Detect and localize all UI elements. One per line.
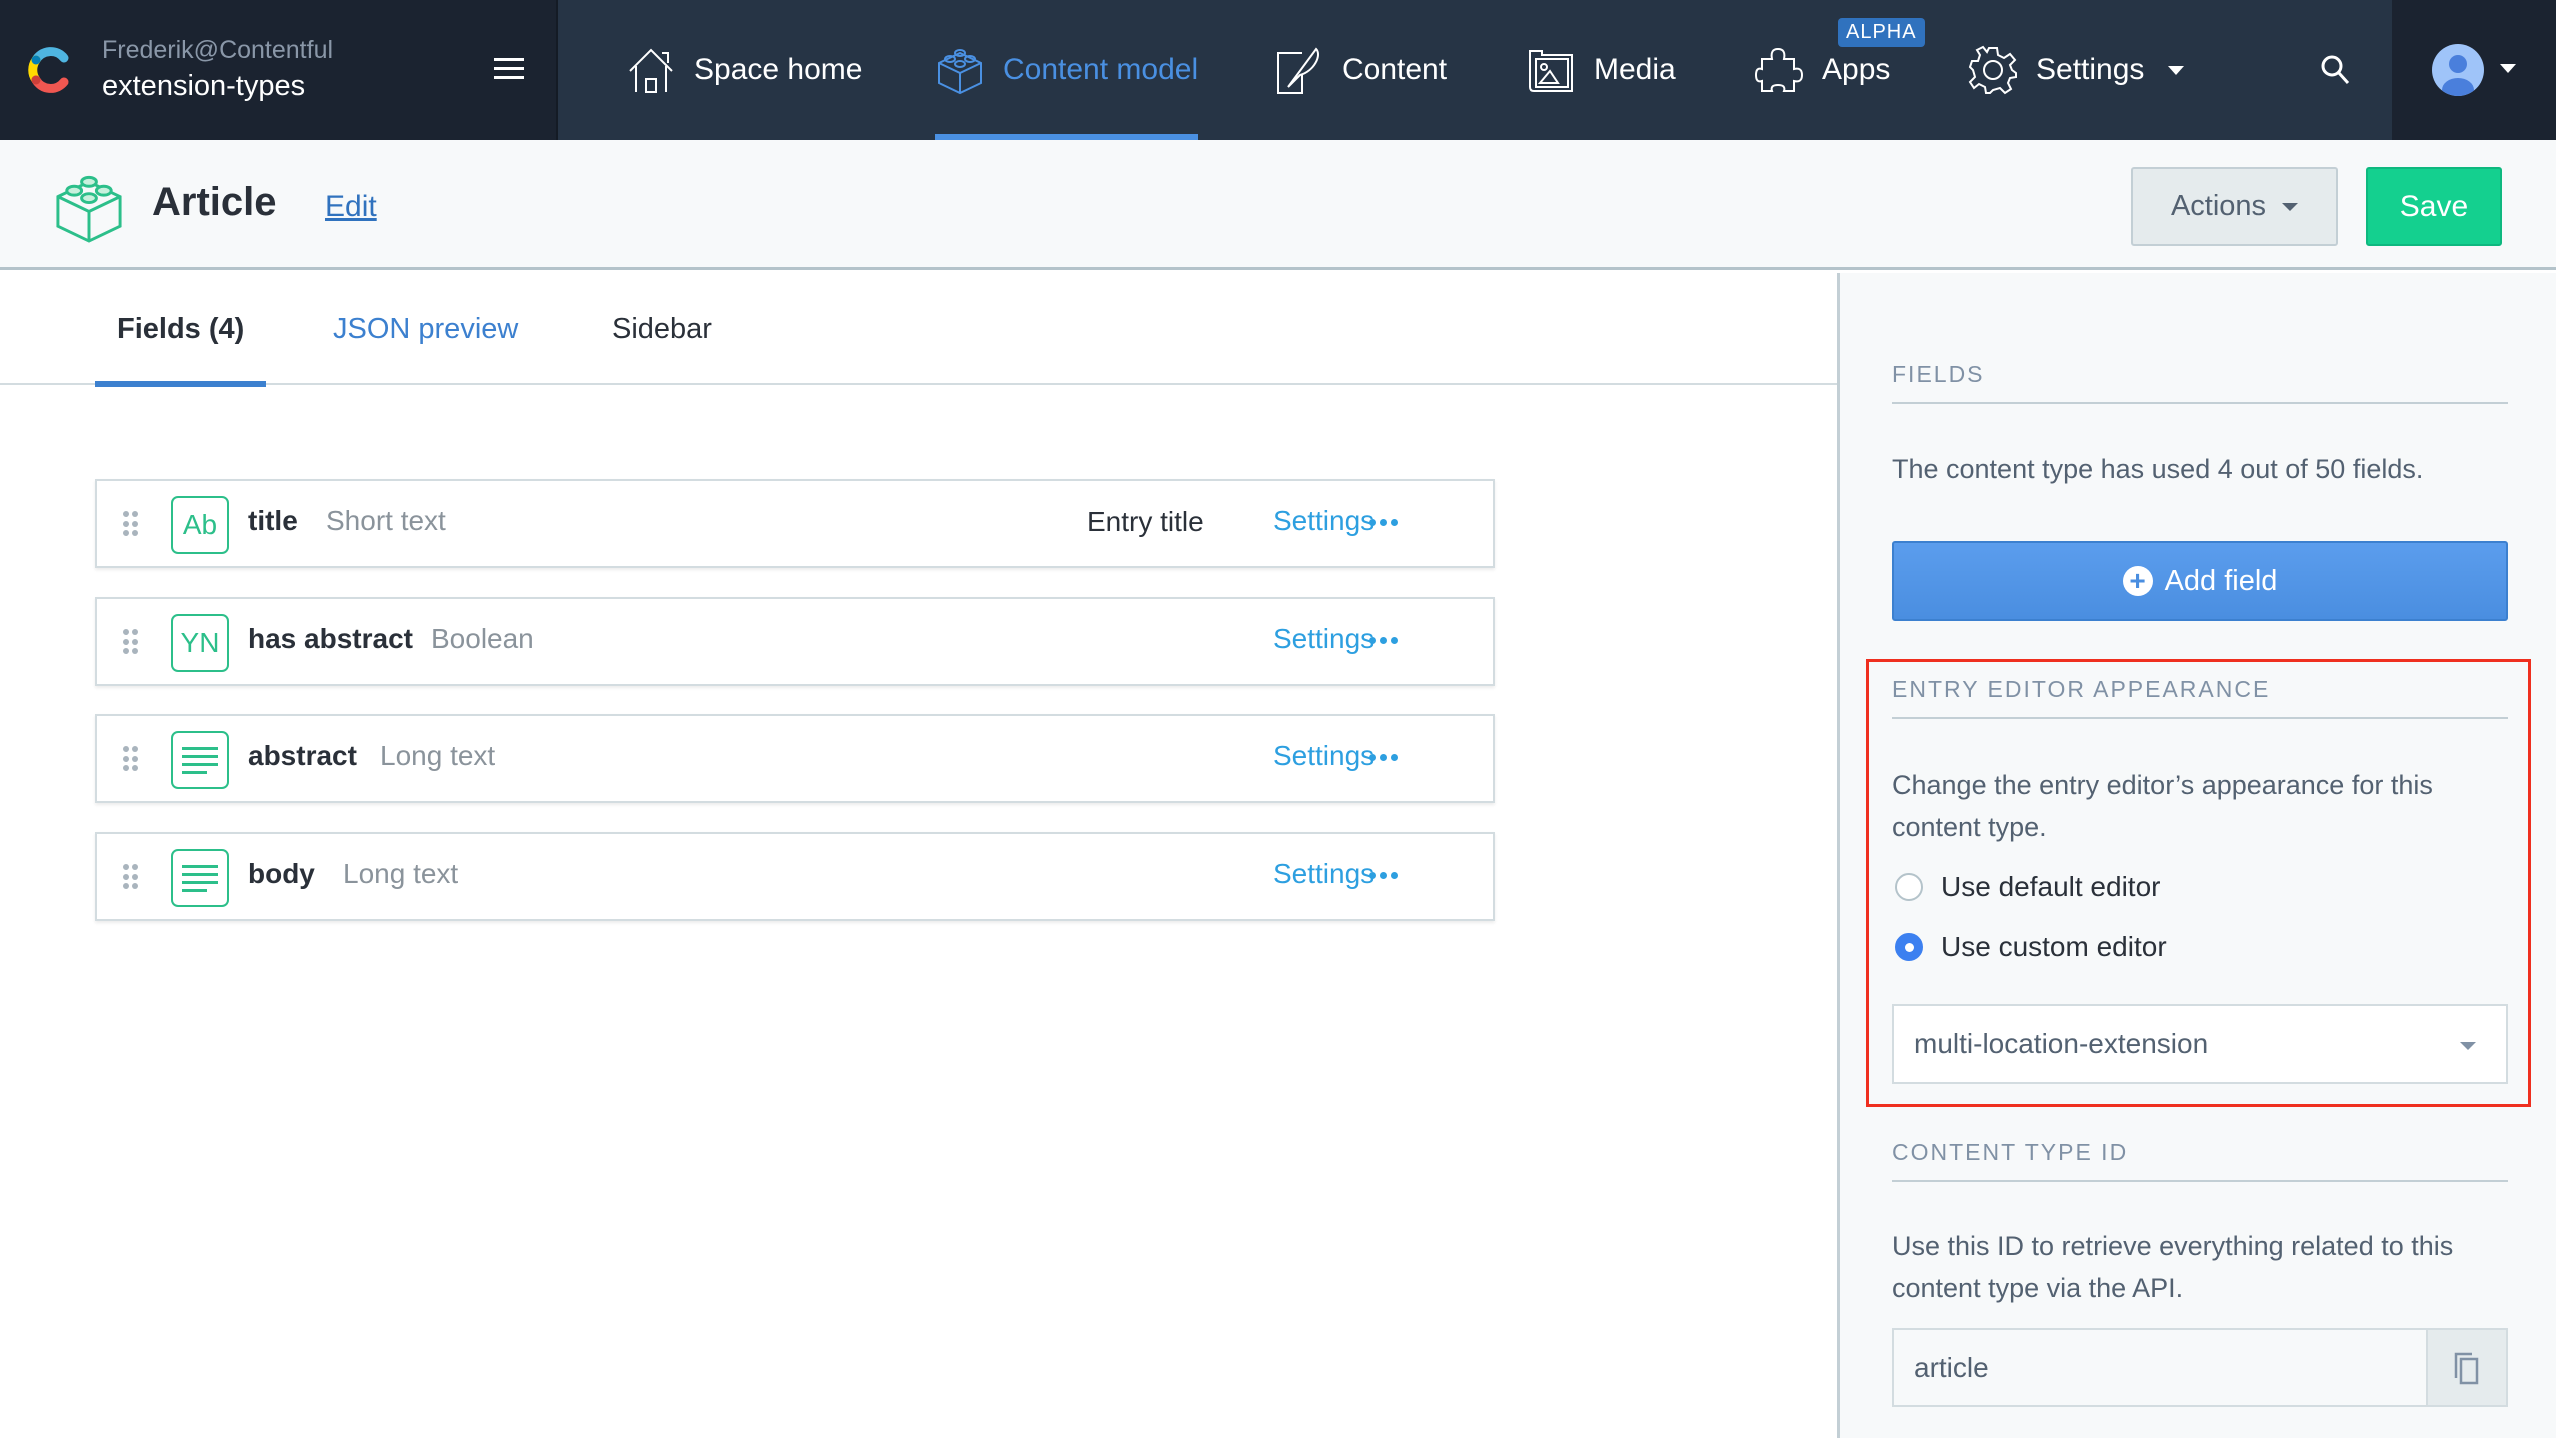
more-options-icon[interactable]	[1369, 519, 1403, 529]
content-type-id-field	[1892, 1328, 2508, 1407]
radio-checked-icon[interactable]	[1895, 933, 1923, 961]
media-icon	[1529, 50, 1573, 92]
field-name: title	[248, 505, 298, 536]
nav-content[interactable]: Content	[1274, 0, 1447, 140]
content-type-id-input[interactable]	[1894, 1330, 2426, 1405]
more-options-icon[interactable]	[1369, 872, 1403, 882]
field-settings-link[interactable]: Settings	[1273, 505, 1374, 537]
drag-handle-icon[interactable]	[123, 511, 138, 537]
tab-sidebar[interactable]: Sidebar	[612, 273, 712, 385]
nav-label: Settings	[2036, 53, 2145, 86]
nav-media[interactable]: Media	[1526, 0, 1676, 140]
add-field-label: Add field	[2164, 564, 2278, 597]
appearance-heading: ENTRY EDITOR APPEARANCE	[1892, 676, 2508, 719]
field-row[interactable]: YN has abstract Boolean Settings	[95, 597, 1495, 686]
long-text-icon	[171, 731, 229, 789]
menu-icon[interactable]	[494, 58, 524, 82]
editor-select[interactable]: multi-location-extension	[1892, 1004, 2508, 1084]
page-title: Article	[152, 180, 277, 224]
puzzle-icon	[1754, 47, 1804, 92]
actions-button[interactable]: Actions	[2131, 167, 2338, 246]
drag-handle-icon[interactable]	[123, 629, 138, 655]
content-icon	[1277, 47, 1319, 94]
content-type-icon	[56, 175, 122, 243]
tab-bar: Fields (4) JSON preview Sidebar	[0, 273, 1837, 387]
field-type: Long text	[380, 740, 496, 771]
entry-title-label: Entry title	[1087, 506, 1204, 537]
field-type: Boolean	[431, 623, 534, 654]
nav-label: Content	[1342, 53, 1448, 86]
home-icon	[629, 48, 673, 93]
actions-label: Actions	[2170, 190, 2267, 222]
field-type: Long text	[343, 858, 459, 889]
content-type-id-description: Use this ID to retrieve everything relat…	[1892, 1231, 2454, 1303]
radio-label: Use default editor	[1941, 871, 2161, 902]
long-text-icon	[171, 849, 229, 907]
chevron-down-icon	[2168, 65, 2185, 75]
nav-label: Media	[1594, 53, 1676, 86]
copy-button[interactable]	[2426, 1330, 2506, 1405]
save-button[interactable]: Save	[2366, 167, 2502, 246]
content-model-icon	[938, 49, 982, 95]
field-settings-link[interactable]: Settings	[1273, 740, 1374, 772]
org-name: Frederik@Contentful	[102, 36, 334, 64]
nav-label: Content model	[1003, 53, 1199, 86]
space-switcher[interactable]: Frederik@Contentful extension-types	[0, 0, 558, 140]
plus-icon: +	[2122, 566, 2153, 596]
field-name: has abstract	[248, 623, 413, 654]
boolean-icon: YN	[171, 614, 229, 672]
nav-label: Space home	[694, 53, 863, 86]
radio-unchecked-icon[interactable]	[1895, 873, 1923, 901]
radio-default-editor[interactable]: Use default editor	[1895, 871, 2160, 903]
edit-link[interactable]: Edit	[325, 190, 377, 224]
field-row[interactable]: body Long text Settings	[95, 832, 1495, 921]
radio-label: Use custom editor	[1941, 931, 2167, 962]
page-header: Article Edit Actions Save	[0, 140, 2556, 270]
alpha-badge: ALPHA	[1838, 18, 1925, 47]
tab-json-preview[interactable]: JSON preview	[333, 273, 518, 385]
fields-heading: FIELDS	[1892, 361, 2508, 404]
tab-fields[interactable]: Fields (4)	[95, 273, 267, 387]
field-row[interactable]: Ab title Short text Entry title Settings	[95, 479, 1495, 568]
nav-space-home[interactable]: Space home	[626, 0, 862, 140]
more-options-icon[interactable]	[1369, 754, 1403, 764]
editor-select-value: multi-location-extension	[1914, 1028, 2209, 1059]
sidebar: FIELDS The content type has used 4 out o…	[1837, 273, 2556, 1438]
appearance-description: Change the entry editor’s appearance for…	[1892, 770, 2433, 842]
avatar[interactable]	[2432, 44, 2484, 96]
search-icon[interactable]	[2316, 50, 2356, 90]
nav-content-model[interactable]: Content model	[935, 0, 1199, 140]
user-icon	[2442, 55, 2474, 96]
field-row[interactable]: abstract Long text Settings	[95, 714, 1495, 803]
nav-label: Apps	[1822, 53, 1891, 86]
fields-usage-text: The content type has used 4 out of 50 fi…	[1892, 454, 2424, 484]
field-name: abstract	[248, 740, 357, 771]
field-type: Short text	[326, 505, 446, 536]
copy-icon	[2454, 1352, 2479, 1384]
nav-settings[interactable]: Settings	[1968, 0, 2185, 140]
more-options-icon[interactable]	[1369, 637, 1403, 647]
field-name: body	[248, 858, 315, 889]
field-settings-link[interactable]: Settings	[1273, 858, 1374, 890]
main-content: Fields (4) JSON preview Sidebar Ab title…	[0, 273, 1837, 1438]
chevron-down-icon	[2282, 202, 2299, 211]
contentful-logo-icon	[28, 47, 69, 93]
drag-handle-icon[interactable]	[123, 864, 138, 890]
add-field-button[interactable]: + Add field	[1892, 541, 2508, 621]
field-settings-link[interactable]: Settings	[1273, 623, 1374, 655]
content-type-id-heading: CONTENT TYPE ID	[1892, 1139, 2508, 1182]
space-name: extension-types	[102, 70, 306, 102]
radio-custom-editor[interactable]: Use custom editor	[1895, 931, 2167, 963]
chevron-down-icon[interactable]	[2500, 64, 2516, 73]
chevron-down-icon	[2460, 1042, 2476, 1050]
drag-handle-icon[interactable]	[123, 746, 138, 772]
top-navigation: Frederik@Contentful extension-types Spac…	[0, 0, 2556, 140]
short-text-icon: Ab	[171, 496, 229, 554]
gear-icon	[1968, 45, 2017, 95]
